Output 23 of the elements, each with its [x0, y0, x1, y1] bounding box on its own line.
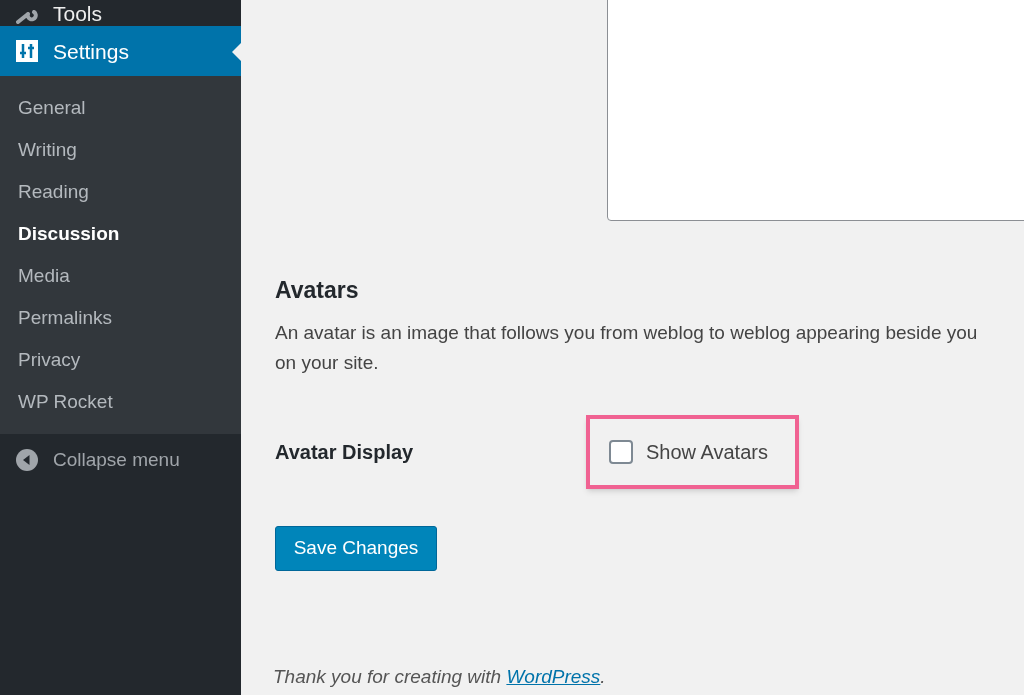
collapse-icon: [15, 448, 39, 472]
wrench-icon: [16, 10, 38, 24]
checkbox[interactable]: [609, 440, 633, 464]
submenu-item[interactable]: Discussion: [0, 213, 241, 255]
submenu-item[interactable]: Media: [0, 255, 241, 297]
menu-item[interactable]: Settings: [0, 26, 241, 76]
submenu-item[interactable]: Privacy: [0, 339, 241, 381]
menu-item[interactable]: Tools: [0, 0, 241, 26]
footer-text: Thank you for creating with WordPress.: [273, 665, 607, 689]
current-page-pointer: [232, 43, 241, 61]
wordpress-link[interactable]: WordPress: [506, 666, 601, 687]
submenu-item[interactable]: WP Rocket: [0, 381, 241, 423]
section-description: An avatar is an image that follows you from weblog to weblog appearing beside you on your site.: [275, 321, 979, 375]
submenu-item[interactable]: Reading: [0, 171, 241, 213]
save-button[interactable]: Save Changes: [275, 526, 437, 571]
checkbox-label[interactable]: Show Avatars: [646, 437, 768, 467]
section-heading: Avatars: [275, 276, 360, 304]
submenu-item[interactable]: Writing: [0, 129, 241, 171]
collapse-menu-button[interactable]: Collapse menu: [0, 434, 241, 486]
submenu-item[interactable]: General: [0, 87, 241, 129]
submenu-item[interactable]: Permalinks: [0, 297, 241, 339]
field-label: Avatar Display: [275, 440, 415, 465]
sliders-icon: [16, 40, 38, 62]
